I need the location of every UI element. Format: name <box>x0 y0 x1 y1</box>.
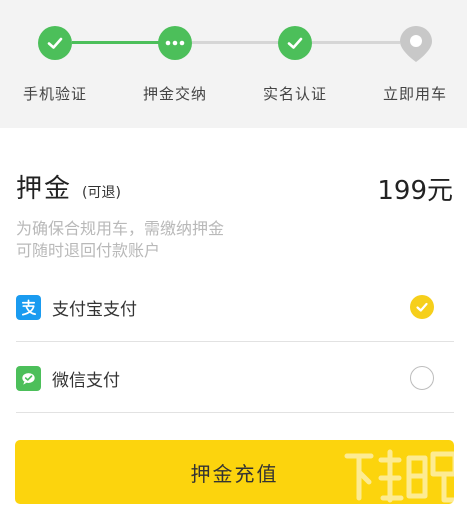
payment-option-alipay[interactable]: 支付宝支付 <box>16 272 454 342</box>
step-label-2: 押金交纳 <box>142 85 207 103</box>
step-3-check-icon <box>278 26 312 60</box>
wechat-pay-icon <box>16 366 41 391</box>
step-connector-2 <box>192 41 280 44</box>
step-label-1: 手机验证 <box>22 85 87 103</box>
step-2-ellipsis-icon <box>158 26 192 60</box>
deposit-note-line-1: 为确保合规用车，需缴纳押金 <box>16 219 225 238</box>
wechat-pay-label: 微信支付 <box>52 371 120 391</box>
divider <box>16 341 454 342</box>
divider <box>16 412 454 413</box>
alipay-radio-checked[interactable] <box>410 295 434 319</box>
alipay-icon <box>16 295 41 320</box>
deposit-amount: 199元 <box>377 176 453 206</box>
wechat-pay-radio-unchecked[interactable] <box>410 366 434 390</box>
step-label-4: 立即用车 <box>382 85 447 103</box>
deposit-note: 为确保合规用车，需缴纳押金 可随时退回付款账户 <box>16 218 224 262</box>
deposit-recharge-button[interactable]: 押金充值 <box>15 440 454 504</box>
progress-stepper: 手机验证 押金交纳 实名认证 立即用车 <box>0 0 467 128</box>
deposit-refundable-label: (可退) <box>82 185 121 201</box>
deposit-note-line-2: 可随时退回付款账户 <box>16 241 161 260</box>
step-connector-1 <box>72 41 160 44</box>
payment-option-wechat[interactable]: 微信支付 <box>16 343 454 413</box>
deposit-title: 押金 <box>16 174 73 204</box>
step-4-location-pin-icon <box>398 24 434 64</box>
step-connector-3 <box>312 41 400 44</box>
step-label-3: 实名认证 <box>262 85 327 103</box>
step-1-check-icon <box>38 26 72 60</box>
alipay-label: 支付宝支付 <box>52 300 137 320</box>
